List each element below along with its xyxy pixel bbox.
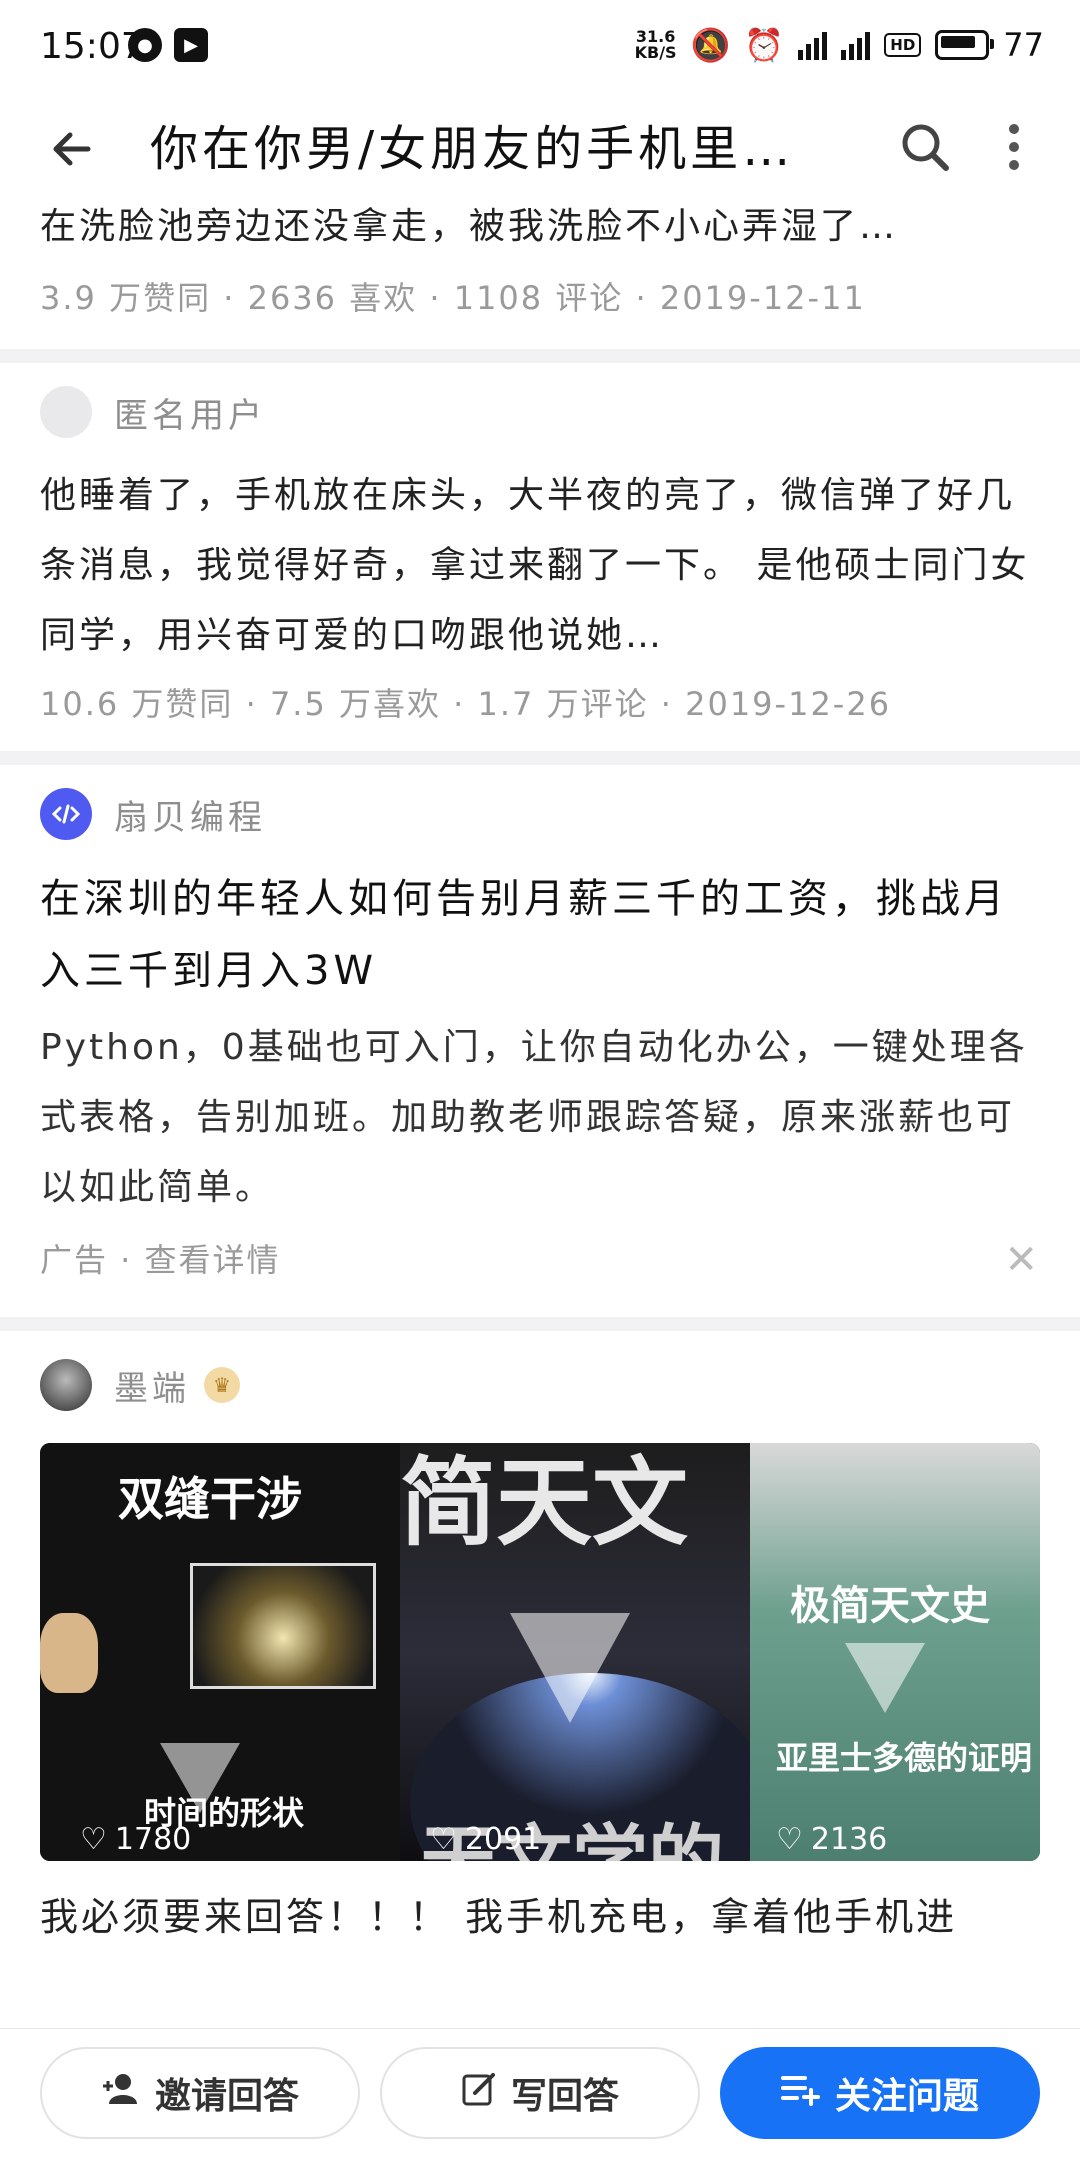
crown-badge-icon: ♛ (204, 1367, 240, 1403)
video-thumbnail[interactable]: 双缝干涉 时间的形状 ♡ 1780 (40, 1443, 400, 1861)
question-title[interactable]: 你在你男/女朋友的手机里发现过什么？ (150, 117, 830, 181)
status-indicators: 31.6 KB/S 🔕 ⏰ HD 77 (635, 26, 1044, 64)
video-notification-icon: ▶ (174, 28, 208, 62)
like-count: ♡ 2136 (776, 1822, 888, 1857)
answer-excerpt[interactable]: 我必须要来回答！！！ 我手机充电，拿着他手机进 (40, 1881, 1040, 1953)
more-dot-icon (1009, 142, 1019, 152)
follow-question-label: 关注问题 (834, 2076, 979, 2117)
edit-icon (461, 2071, 497, 2116)
thumbnail-title: 极简天文史 (790, 1583, 990, 1629)
answer-excerpt[interactable]: 在洗脸池旁边还没拿走，被我洗脸不小心弄湿了… (40, 201, 1040, 253)
divider (0, 1317, 1080, 1331)
back-arrow-icon (53, 132, 91, 166)
video-thumbnail[interactable]: 极简天文史 亚里士多德的证明 ♡ 2136 (750, 1443, 1040, 1861)
ad-description[interactable]: Python，0基础也可入门，让你自动化办公，一键处理各式表格，告别加班。加助教… (40, 1013, 1040, 1223)
thumbnail-title: 双缝干涉 (118, 1472, 302, 1526)
ad-label[interactable]: 广告 · 查看详情 (40, 1233, 281, 1287)
answer-feed: 在洗脸池旁边还没拿走，被我洗脸不小心弄湿了… 3.9 万赞同 · 2636 喜欢… (0, 201, 1080, 1953)
network-speed: 31.6 KB/S (634, 27, 677, 62)
signal-1-icon (798, 30, 828, 60)
logo-icon (510, 1613, 630, 1723)
brand-logo-icon (40, 788, 92, 840)
hd-icon: HD (884, 33, 922, 57)
author-name[interactable]: 匿名用户 (114, 388, 266, 437)
search-button[interactable] (893, 115, 957, 179)
illustration-image (190, 1563, 376, 1689)
answer-excerpt[interactable]: 他睡着了，手机放在床头，大半夜的亮了，微信弹了好几条消息，我觉得好奇，拿过来翻了… (40, 461, 1040, 671)
heart-icon: ♡ (430, 1822, 457, 1857)
top-app-bar: 你在你男/女朋友的手机里发现过什么？ (0, 95, 1080, 201)
ad-brand-name[interactable]: 扇贝编程 (114, 790, 266, 839)
ad-brand-row[interactable]: 扇贝编程 (40, 765, 1040, 863)
battery-icon (935, 30, 995, 60)
author-name[interactable]: 墨端 (114, 1361, 190, 1410)
answer-meta: 3.9 万赞同 · 2636 喜欢 · 1108 评论 · 2019-12-11 (40, 279, 866, 317)
like-count: ♡ 2091 (430, 1822, 542, 1857)
more-options-button[interactable] (990, 115, 1038, 179)
back-button[interactable] (40, 117, 104, 181)
answer-card[interactable]: 墨端 ♛ 双缝干涉 时间的形状 ♡ 1780 简天文 天文学的 ♡ 2091 极简天… (0, 1331, 1080, 1953)
follow-question-button[interactable]: 关注问题 (720, 2047, 1040, 2139)
more-dot-icon (1009, 124, 1019, 134)
thumbnail-title: 简天文 (400, 1447, 688, 1559)
more-dot-icon (1009, 160, 1019, 170)
avatar[interactable] (40, 386, 92, 438)
ad-title[interactable]: 在深圳的年轻人如何告别月薪三千的工资，挑战月入三千到月入3W (40, 863, 1040, 1007)
close-icon[interactable]: ✕ (1004, 1237, 1038, 1283)
heart-icon: ♡ (776, 1822, 803, 1857)
notification-icons: ● ▶ (128, 28, 208, 62)
author-row[interactable]: 匿名用户 (40, 363, 1040, 461)
logo-icon (845, 1643, 925, 1713)
thumbnail-subtitle: 亚里士多德的证明 (776, 1739, 1033, 1777)
ad-footer: 广告 · 查看详情 ✕ (40, 1223, 1040, 1297)
answer-card[interactable]: 匿名用户 他睡着了，手机放在床头，大半夜的亮了，微信弹了好几条消息，我觉得好奇，… (0, 363, 1080, 751)
signal-2-icon (841, 30, 871, 60)
video-thumbnail[interactable]: 简天文 天文学的 ♡ 2091 (400, 1443, 750, 1861)
avatar[interactable] (40, 1359, 92, 1411)
status-bar: 15:07 ● ▶ 31.6 KB/S 🔕 ⏰ HD 77 (0, 0, 1080, 95)
chat-notification-icon: ● (128, 28, 162, 62)
write-answer-button[interactable]: 写回答 (380, 2047, 700, 2139)
search-icon (902, 124, 949, 171)
ad-card[interactable]: 扇贝编程 在深圳的年轻人如何告别月薪三千的工资，挑战月入三千到月入3W Pyth… (0, 765, 1080, 1297)
alarm-icon: ⏰ (744, 26, 785, 64)
like-count: ♡ 1780 (80, 1822, 192, 1857)
author-row[interactable]: 墨端 ♛ (40, 1331, 1040, 1439)
divider (0, 751, 1080, 765)
invite-answer-button[interactable]: 邀请回答 (40, 2047, 360, 2139)
bottom-action-bar: 邀请回答 写回答 关注问题 (0, 2028, 1080, 2161)
media-strip[interactable]: 双缝干涉 时间的形状 ♡ 1780 简天文 天文学的 ♡ 2091 极简天文史 亚里… (40, 1443, 1040, 1861)
cartoon-figure-image (40, 1613, 98, 1693)
write-answer-label: 写回答 (510, 2076, 619, 2117)
mute-icon: 🔕 (690, 26, 731, 64)
list-add-icon (780, 2072, 821, 2115)
heart-icon: ♡ (80, 1822, 107, 1857)
invite-answer-label: 邀请回答 (154, 2076, 299, 2117)
battery-level: 77 (1003, 26, 1044, 64)
answer-meta: 10.6 万赞同 · 7.5 万喜欢 · 1.7 万评论 · 2019-12-2… (40, 685, 892, 723)
add-person-icon (101, 2072, 141, 2115)
divider (0, 349, 1080, 363)
answer-card[interactable]: 在洗脸池旁边还没拿走，被我洗脸不小心弄湿了… 3.9 万赞同 · 2636 喜欢… (0, 201, 1080, 349)
